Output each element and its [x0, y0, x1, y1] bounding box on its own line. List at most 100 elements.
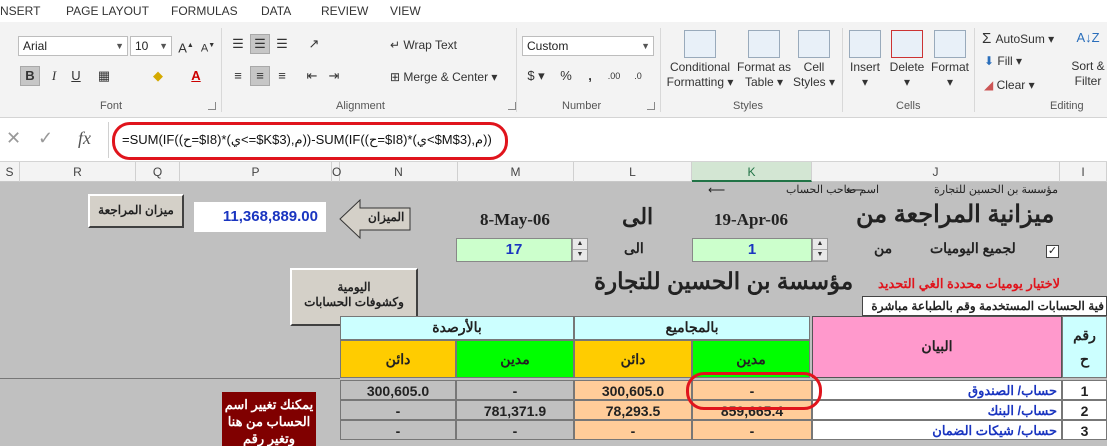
align-right-icon[interactable]: ≡: [272, 66, 292, 86]
row-number[interactable]: 1: [1062, 380, 1107, 400]
debit-balance[interactable]: -: [456, 420, 574, 440]
delete-cells-icon: [891, 30, 923, 58]
increase-indent-icon[interactable]: ⇥: [324, 66, 344, 86]
debit-total[interactable]: -: [692, 420, 812, 440]
decrease-indent-icon[interactable]: ⇤: [302, 66, 322, 86]
currency-icon[interactable]: $ ▾: [526, 66, 546, 86]
credit-total[interactable]: 300,605.0: [574, 380, 692, 400]
format-as-table-button[interactable]: Format as Table ▾: [736, 30, 792, 90]
orientation-icon[interactable]: ↗: [304, 34, 324, 54]
debit-total[interactable]: 859,665.4: [692, 400, 812, 420]
column-header[interactable]: I: [1060, 162, 1107, 182]
align-middle-icon[interactable]: ☰: [250, 34, 270, 54]
row-number[interactable]: 3: [1062, 420, 1107, 440]
column-header[interactable]: P: [180, 162, 332, 182]
decrease-decimal-icon[interactable]: .0: [628, 66, 648, 86]
from-spin-value[interactable]: 1: [692, 238, 812, 262]
align-top-icon[interactable]: ☰: [228, 34, 248, 54]
font-size-combo[interactable]: 10 ▼: [130, 36, 172, 56]
number-header-label: رقم: [1073, 327, 1096, 343]
grow-font-icon[interactable]: A▲: [176, 36, 196, 56]
formula-input[interactable]: =SUM(IF((ح=$I8)*(ي<=$K$3),م))-SUM(IF((ح=…: [122, 132, 492, 148]
column-header[interactable]: L: [574, 162, 692, 182]
tab-data[interactable]: DATA: [261, 4, 291, 18]
account-name[interactable]: حساب/ البنك: [812, 400, 1062, 420]
column-header[interactable]: O: [332, 162, 341, 182]
shrink-font-icon[interactable]: A▼: [198, 36, 218, 56]
number-format-combo[interactable]: Custom ▼: [522, 36, 654, 56]
font-color-icon[interactable]: A: [186, 66, 206, 86]
column-header[interactable]: Q: [136, 162, 180, 182]
column-header[interactable]: S: [0, 162, 20, 182]
debit-balance[interactable]: 781,371.9: [456, 400, 574, 420]
merge-center-button[interactable]: ⊞ Merge & Center ▾: [390, 70, 497, 84]
column-headers: S R Q P O N M L K J I: [0, 162, 1107, 182]
sort-filter-button[interactable]: A↓Z Sort & Filter: [1068, 30, 1107, 89]
conditional-formatting-button[interactable]: Conditional Formatting ▾: [666, 30, 734, 90]
column-header[interactable]: M: [458, 162, 574, 182]
cell-styles-button[interactable]: Cell Styles ▾: [792, 30, 836, 90]
wrap-text-button[interactable]: ↵ Wrap Text: [390, 38, 457, 52]
insert-button[interactable]: Insert ▾: [846, 30, 884, 90]
select-journals-note: لاختيار يوميات محددة الغي التحديد: [878, 276, 1061, 291]
row-number[interactable]: 2: [1062, 400, 1107, 420]
underline-button[interactable]: U: [66, 66, 86, 86]
all-journals-checkbox[interactable]: ✓: [1046, 245, 1059, 258]
autosum-button[interactable]: Σ AutoSum ▾: [982, 30, 1054, 47]
fill-button[interactable]: ⬇ Fill ▾: [984, 54, 1022, 68]
separator: [221, 28, 222, 112]
account-name[interactable]: حساب/ شيكات الضمان: [812, 420, 1062, 440]
column-header[interactable]: N: [340, 162, 458, 182]
column-header[interactable]: R: [20, 162, 136, 182]
alignment-group-label: Alignment: [336, 100, 385, 112]
tab-formulas[interactable]: FORMULAS: [171, 4, 238, 18]
tab-page-layout[interactable]: PAGE LAYOUT: [66, 4, 149, 18]
column-header-selected[interactable]: K: [692, 162, 812, 182]
bold-button[interactable]: B: [20, 66, 40, 86]
from-date[interactable]: 19-Apr-06: [714, 210, 788, 230]
balance-review-label: ميزان المراجعة: [98, 203, 174, 217]
account-name[interactable]: حساب/ الصندوق: [812, 380, 1062, 400]
statement-header: البيان: [812, 316, 1062, 378]
enter-icon[interactable]: ✓: [38, 128, 53, 149]
delete-button[interactable]: Delete ▾: [886, 30, 928, 90]
fill-color-icon[interactable]: ◆: [148, 66, 168, 86]
to-spin-value[interactable]: 17: [456, 238, 572, 262]
number-launcher-icon[interactable]: [647, 102, 655, 110]
italic-button[interactable]: I: [44, 66, 64, 86]
font-launcher-icon[interactable]: [208, 102, 216, 110]
debit-balances-header: مدين: [456, 340, 574, 378]
credit-total[interactable]: 78,293.5: [574, 400, 692, 420]
font-name-combo[interactable]: Arial ▼: [18, 36, 128, 56]
tab-review[interactable]: REVIEW: [321, 4, 368, 18]
credit-total[interactable]: -: [574, 420, 692, 440]
insert-function-icon[interactable]: fx: [78, 128, 91, 149]
format-button[interactable]: Format ▾: [930, 30, 970, 90]
debit-total[interactable]: -: [692, 380, 812, 400]
alignment-launcher-icon[interactable]: [508, 102, 516, 110]
cancel-icon[interactable]: ✕: [6, 128, 21, 149]
tab-insert[interactable]: NSERT: [0, 4, 40, 18]
daily-label: اليومية: [337, 280, 371, 294]
to-date[interactable]: 8-May-06: [480, 210, 550, 230]
credit-balance[interactable]: -: [340, 420, 456, 440]
spin-down-icon: ▼: [813, 250, 827, 261]
align-bottom-icon[interactable]: ☰: [272, 34, 292, 54]
align-left-icon[interactable]: ≡: [228, 66, 248, 86]
credit-balance[interactable]: -: [340, 400, 456, 420]
tab-view[interactable]: VIEW: [390, 4, 421, 18]
column-header[interactable]: J: [812, 162, 1060, 182]
comma-icon[interactable]: ,: [580, 66, 600, 86]
clear-button[interactable]: ◢ Clear ▾: [984, 78, 1035, 92]
credit-balance[interactable]: 300,605.0: [340, 380, 456, 400]
statements-label: وكشوفات الحسابات: [304, 295, 404, 309]
from-spinner[interactable]: ▲ ▼: [812, 238, 828, 262]
border-icon[interactable]: ▦: [94, 66, 114, 86]
balance-review-button[interactable]: ميزان المراجعة: [88, 194, 184, 228]
h-header-label: ح: [1079, 351, 1090, 367]
debit-balance[interactable]: -: [456, 380, 574, 400]
to-spinner[interactable]: ▲ ▼: [572, 238, 588, 262]
percent-icon[interactable]: %: [556, 66, 576, 86]
align-center-icon[interactable]: ≡: [250, 66, 270, 86]
increase-decimal-icon[interactable]: .00: [604, 66, 624, 86]
